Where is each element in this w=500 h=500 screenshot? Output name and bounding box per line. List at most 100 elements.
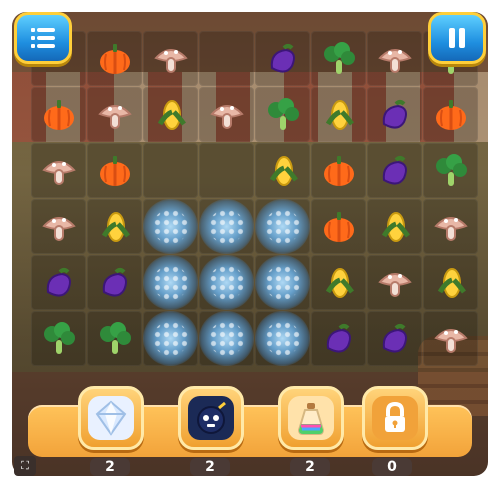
board-cell[interactable] bbox=[423, 87, 478, 142]
mushroom-tile[interactable] bbox=[423, 199, 478, 254]
corn-tile[interactable] bbox=[87, 199, 142, 254]
board-cell[interactable] bbox=[255, 143, 310, 198]
broccoli-tile[interactable] bbox=[255, 87, 310, 142]
booster-bomb-button[interactable] bbox=[178, 386, 244, 450]
board-cell[interactable] bbox=[143, 255, 198, 310]
pumpkin-tile[interactable] bbox=[87, 31, 142, 86]
board-cell[interactable] bbox=[143, 31, 198, 86]
expand-icon[interactable]: ⛶ bbox=[14, 456, 36, 476]
board-cell[interactable] bbox=[255, 87, 310, 142]
corn-tile[interactable] bbox=[311, 255, 366, 310]
board-cell[interactable] bbox=[367, 199, 422, 254]
booster-potion-button[interactable] bbox=[278, 386, 344, 450]
broccoli-tile[interactable] bbox=[87, 311, 142, 366]
corn-tile[interactable] bbox=[255, 143, 310, 198]
board-cell[interactable] bbox=[311, 143, 366, 198]
board-cell[interactable] bbox=[311, 199, 366, 254]
broccoli-tile[interactable] bbox=[31, 311, 86, 366]
mushroom-tile[interactable] bbox=[87, 87, 142, 142]
board-cell[interactable] bbox=[367, 311, 422, 366]
eggplant-tile[interactable] bbox=[367, 87, 422, 142]
board-cell[interactable] bbox=[423, 311, 478, 366]
board-cell[interactable] bbox=[255, 311, 310, 366]
eggplant-tile[interactable] bbox=[367, 311, 422, 366]
board-cell[interactable] bbox=[367, 143, 422, 198]
board-cell[interactable] bbox=[87, 87, 142, 142]
board-cell[interactable] bbox=[423, 255, 478, 310]
menu-button[interactable] bbox=[14, 12, 72, 64]
board-cell[interactable] bbox=[367, 31, 422, 86]
board-cell[interactable] bbox=[423, 199, 478, 254]
pumpkin-tile[interactable] bbox=[311, 199, 366, 254]
eggplant-tile[interactable] bbox=[87, 255, 142, 310]
pause-button[interactable] bbox=[428, 12, 486, 64]
mushroom-tile[interactable] bbox=[31, 199, 86, 254]
board-cell[interactable] bbox=[31, 199, 86, 254]
pumpkin-tile[interactable] bbox=[311, 143, 366, 198]
board-cell[interactable] bbox=[199, 31, 254, 86]
broccoli-icon bbox=[435, 153, 467, 186]
broccoli-tile[interactable] bbox=[311, 31, 366, 86]
booster-diamond-button[interactable] bbox=[78, 386, 144, 450]
eggplant-tile[interactable] bbox=[367, 143, 422, 198]
board-cell[interactable] bbox=[143, 199, 198, 254]
bomb-icon bbox=[197, 401, 226, 434]
mushroom-tile[interactable] bbox=[367, 255, 422, 310]
board-cell[interactable] bbox=[367, 87, 422, 142]
corn-tile[interactable] bbox=[143, 87, 198, 142]
board-cell[interactable] bbox=[31, 87, 86, 142]
broccoli-tile[interactable] bbox=[423, 143, 478, 198]
board-cell[interactable] bbox=[31, 143, 86, 198]
eggplant-icon bbox=[326, 323, 351, 352]
mushroom-tile[interactable] bbox=[423, 311, 478, 366]
mushroom-icon bbox=[209, 104, 244, 129]
eggplant-icon bbox=[382, 155, 407, 184]
eggplant-tile[interactable] bbox=[311, 311, 366, 366]
pumpkin-icon bbox=[43, 99, 74, 130]
mushroom-tile[interactable] bbox=[143, 31, 198, 86]
board-cell[interactable] bbox=[367, 255, 422, 310]
corn-tile[interactable] bbox=[367, 199, 422, 254]
eggplant-tile[interactable] bbox=[31, 255, 86, 310]
board-cell[interactable] bbox=[199, 255, 254, 310]
board-cell[interactable] bbox=[311, 311, 366, 366]
mushroom-tile[interactable] bbox=[31, 143, 86, 198]
pumpkin-tile[interactable] bbox=[423, 87, 478, 142]
board-cell[interactable] bbox=[423, 143, 478, 198]
broccoli-icon bbox=[99, 321, 131, 354]
board-cell[interactable] bbox=[311, 255, 366, 310]
eggplant-tile[interactable] bbox=[255, 31, 310, 86]
board-cell[interactable] bbox=[255, 31, 310, 86]
mushroom-icon bbox=[41, 160, 76, 185]
board-cell[interactable] bbox=[31, 255, 86, 310]
board-cell[interactable] bbox=[143, 87, 198, 142]
board-cell[interactable] bbox=[87, 143, 142, 198]
mushroom-icon bbox=[433, 328, 468, 353]
board-cell[interactable] bbox=[31, 311, 86, 366]
mushroom-tile[interactable] bbox=[199, 87, 254, 142]
board-cell[interactable] bbox=[199, 87, 254, 142]
board-cell[interactable] bbox=[87, 311, 142, 366]
board-cell[interactable] bbox=[199, 199, 254, 254]
board-cell[interactable] bbox=[199, 311, 254, 366]
board-cell[interactable] bbox=[143, 143, 198, 198]
board-cell[interactable] bbox=[199, 143, 254, 198]
board-cell[interactable] bbox=[143, 311, 198, 366]
board-cell[interactable] bbox=[87, 31, 142, 86]
sparkle-effect bbox=[143, 199, 198, 254]
pumpkin-tile[interactable] bbox=[31, 87, 86, 142]
board-cell[interactable] bbox=[311, 31, 366, 86]
mushroom-tile[interactable] bbox=[367, 31, 422, 86]
sparkle-effect bbox=[255, 255, 310, 310]
booster-lock-button[interactable] bbox=[362, 386, 428, 450]
board-cell[interactable] bbox=[255, 255, 310, 310]
board-cell[interactable] bbox=[87, 199, 142, 254]
eggplant-icon bbox=[382, 323, 407, 352]
board-cell[interactable] bbox=[87, 255, 142, 310]
board-cell[interactable] bbox=[255, 199, 310, 254]
corn-tile[interactable] bbox=[311, 87, 366, 142]
pumpkin-tile[interactable] bbox=[87, 143, 142, 198]
board-cell[interactable] bbox=[311, 87, 366, 142]
game-board[interactable] bbox=[31, 31, 479, 370]
corn-tile[interactable] bbox=[423, 255, 478, 310]
